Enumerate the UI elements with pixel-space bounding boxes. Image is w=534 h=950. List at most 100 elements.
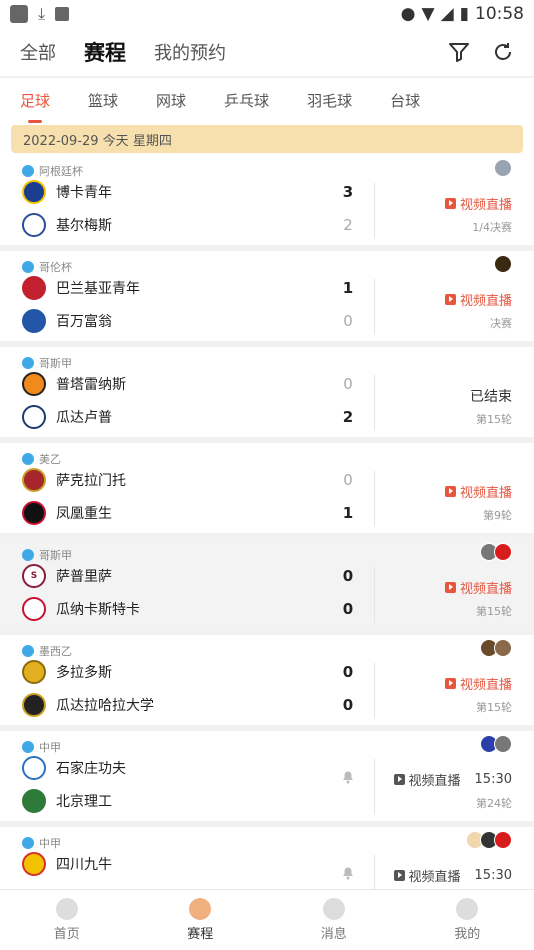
nav-messages[interactable]: 消息 xyxy=(267,890,401,950)
live-button[interactable]: 视频直播 xyxy=(444,674,512,693)
download-icon: ⤓ xyxy=(38,4,46,23)
home-team: 巴兰基亚青年 xyxy=(56,281,140,297)
league-name: 中甲 xyxy=(39,837,61,850)
league-name: 中甲 xyxy=(39,741,61,754)
live-button[interactable]: 视频直播 xyxy=(444,482,512,501)
away-team: 基尔梅斯 xyxy=(56,218,112,234)
top-header: 全部 赛程 我的预约 xyxy=(0,28,534,76)
wifi-icon: ▼ xyxy=(421,4,435,24)
match-card[interactable]: 墨西乙 多拉多斯 瓜达拉哈拉大学 0 0 视频直播 第15轮 xyxy=(0,635,534,731)
kickoff-time: 15:30 xyxy=(474,868,512,883)
team-logo xyxy=(22,372,46,396)
clock: 10:58 xyxy=(475,4,524,24)
match-card[interactable]: 美乙 萨克拉门托 凤凰重生 0 1 视频直播 第9轮 xyxy=(0,443,534,539)
signal-icon: ◢ xyxy=(440,4,454,24)
team-logo xyxy=(22,501,46,525)
match-card[interactable]: 阿根廷杯 博卡青年 基尔梅斯 3 2 视频直播 1/4决赛 xyxy=(0,155,534,251)
live-button[interactable]: 视频直播 15:30 xyxy=(393,866,512,885)
sport-tab-badminton[interactable]: 羽毛球 xyxy=(307,90,352,111)
bell-icon[interactable] xyxy=(340,768,356,784)
home-team: 萨普里萨 xyxy=(56,569,112,585)
home-team: 石家庄功夫 xyxy=(56,761,126,777)
away-team: 瓜达拉哈拉大学 xyxy=(56,698,154,714)
home-score: 1 xyxy=(342,279,354,297)
match-status: 已结束 xyxy=(470,389,512,405)
streamer-avatar[interactable] xyxy=(494,735,512,753)
live-button[interactable]: 视频直播 xyxy=(444,194,512,213)
sport-tab-basketball[interactable]: 篮球 xyxy=(88,90,118,111)
team-logo xyxy=(22,852,46,876)
notification-icon xyxy=(10,5,28,23)
live-button[interactable]: 视频直播 15:30 xyxy=(393,770,512,789)
bell-icon[interactable] xyxy=(340,864,356,880)
play-icon xyxy=(444,294,456,305)
match-stage: 第9轮 xyxy=(483,509,512,522)
bottom-nav: 首页 赛程 消息 我的 xyxy=(0,889,534,950)
match-card[interactable]: 哥斯甲 普塔雷纳斯 瓜达卢普 0 2 已结束 第15轮 xyxy=(0,347,534,443)
home-team: 四川九牛 xyxy=(56,857,112,873)
match-card[interactable]: 中甲 石家庄功夫 北京理工 视频直播 15:30 第24轮 xyxy=(0,731,534,827)
away-score: 0 xyxy=(342,696,354,714)
away-team: 百万富翁 xyxy=(56,314,112,330)
team-logo xyxy=(22,468,46,492)
home-score: 0 xyxy=(343,375,353,393)
match-list[interactable]: 2022-09-29 今天 星期四 阿根廷杯 博卡青年 基尔梅斯 3 2 视频直… xyxy=(0,123,534,889)
streamer-avatar[interactable] xyxy=(494,543,512,561)
nav-schedule[interactable]: 赛程 xyxy=(134,890,268,950)
away-score: 0 xyxy=(342,600,354,618)
football-icon xyxy=(22,645,34,657)
sport-tab-table-tennis[interactable]: 乒乓球 xyxy=(224,90,269,111)
location-icon: ● xyxy=(400,4,416,24)
live-button[interactable]: 视频直播 xyxy=(444,578,512,597)
battery-icon: ▮ xyxy=(459,4,469,24)
football-icon xyxy=(22,741,34,753)
home-team: 萨克拉门托 xyxy=(56,473,126,489)
streamer-avatar[interactable] xyxy=(494,255,512,273)
tab-my-reservations[interactable]: 我的预约 xyxy=(154,39,226,65)
sport-tab-football[interactable]: 足球 xyxy=(20,90,50,123)
team-logo xyxy=(22,405,46,429)
football-icon xyxy=(22,261,34,273)
match-stage: 第15轮 xyxy=(476,413,512,426)
match-stage: 1/4决赛 xyxy=(472,221,512,234)
away-team: 凤凰重生 xyxy=(56,506,112,522)
filter-icon[interactable] xyxy=(448,41,470,63)
streamer-avatar[interactable] xyxy=(494,159,512,177)
away-score: 2 xyxy=(342,408,354,426)
away-score: 2 xyxy=(343,216,353,234)
sport-tab-tennis[interactable]: 网球 xyxy=(156,90,186,111)
match-card[interactable]: 哥伦杯 巴兰基亚青年 百万富翁 1 0 视频直播 决赛 xyxy=(0,251,534,347)
away-score: 0 xyxy=(343,312,353,330)
team-logo xyxy=(22,597,46,621)
sport-tabs: 足球 篮球 网球 乒乓球 羽毛球 台球 xyxy=(0,77,534,123)
tab-schedule[interactable]: 赛程 xyxy=(84,37,126,67)
streamer-avatar[interactable] xyxy=(494,831,512,849)
league-name: 美乙 xyxy=(39,453,61,466)
nav-profile[interactable]: 我的 xyxy=(401,890,534,950)
league-name: 阿根廷杯 xyxy=(39,165,83,178)
user-icon xyxy=(456,898,479,920)
streamer-avatar[interactable] xyxy=(494,639,512,657)
home-team: 博卡青年 xyxy=(56,185,112,201)
home-team: 普塔雷纳斯 xyxy=(56,377,126,393)
match-card[interactable]: 哥斯甲 S 萨普里萨 瓜纳卡斯特卡 0 0 视频直播 第15轮 xyxy=(0,539,534,635)
tab-all[interactable]: 全部 xyxy=(20,39,56,65)
refresh-icon[interactable] xyxy=(492,41,514,63)
match-stage: 第15轮 xyxy=(476,701,512,714)
app-notification-icon xyxy=(55,7,70,21)
sport-tab-billiards[interactable]: 台球 xyxy=(390,90,420,111)
match-card[interactable]: 中甲 四川九牛 视频直播 15:30 xyxy=(0,827,534,889)
nav-home[interactable]: 首页 xyxy=(0,890,134,950)
live-button[interactable]: 视频直播 xyxy=(444,290,512,309)
chat-icon xyxy=(322,898,345,920)
league-name: 哥斯甲 xyxy=(39,549,72,562)
trophy-icon xyxy=(189,898,212,920)
away-team: 瓜达卢普 xyxy=(56,410,112,426)
team-logo xyxy=(22,660,46,684)
status-bar: ⤓ ● ▼ ◢ ▮ 10:58 xyxy=(0,0,534,28)
team-logo xyxy=(22,309,46,333)
home-score: 0 xyxy=(342,567,354,585)
play-icon xyxy=(393,870,405,881)
play-icon xyxy=(393,774,405,785)
team-logo: S xyxy=(22,564,46,588)
